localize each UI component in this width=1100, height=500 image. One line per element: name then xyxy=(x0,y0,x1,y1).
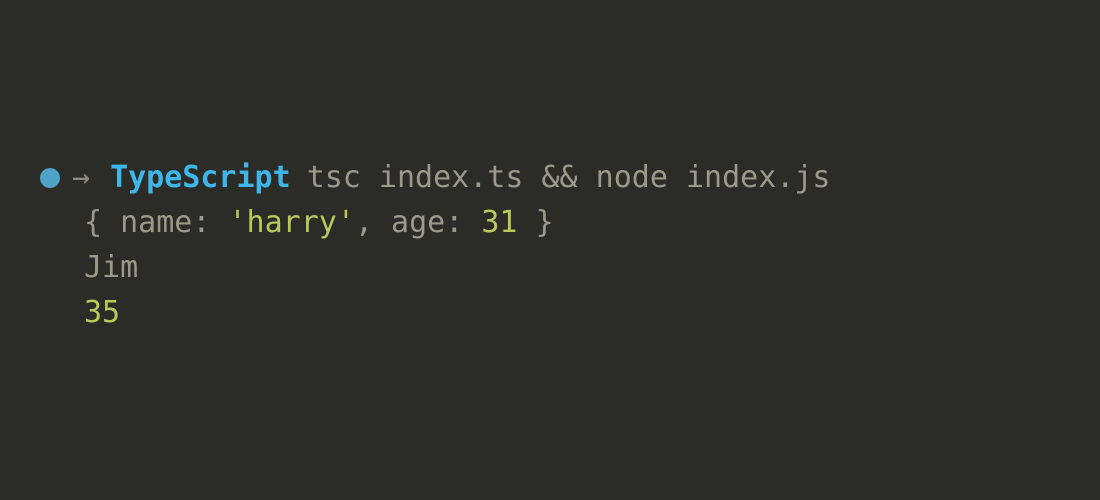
prompt-status-dot-icon xyxy=(40,168,60,188)
prompt-arrow-icon: → xyxy=(72,155,90,200)
output-name-value: 'harry' xyxy=(229,205,355,240)
output-object-mid: , age: xyxy=(355,205,481,240)
prompt-line[interactable]: → TypeScript tsc index.ts && node index.… xyxy=(40,155,1060,200)
output-line-2: Jim xyxy=(40,245,1060,290)
output-line-1: { name: 'harry', age: 31 } xyxy=(40,200,1060,245)
output-object-close: } xyxy=(518,205,554,240)
output-number-value: 35 xyxy=(84,295,120,330)
prompt-command: tsc index.ts && node index.js xyxy=(307,155,831,200)
output-age-value: 31 xyxy=(481,205,517,240)
output-object-open: { name: xyxy=(84,205,229,240)
output-line-3: 35 xyxy=(40,290,1060,335)
prompt-cwd: TypeScript xyxy=(110,155,291,200)
